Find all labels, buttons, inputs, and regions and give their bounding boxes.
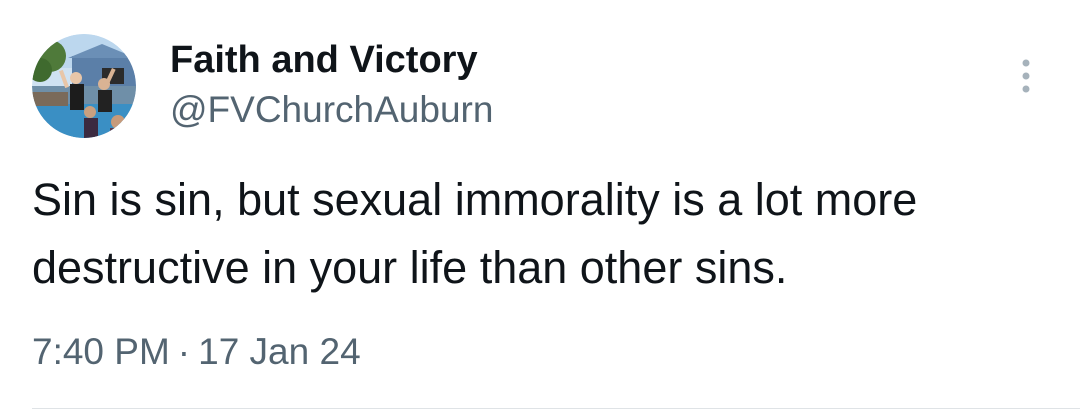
tweet-card[interactable]: Faith and Victory @FVChurchAuburn Sin is… (0, 0, 1080, 413)
divider (32, 408, 1080, 409)
tweet-date: 17 Jan 24 (198, 331, 361, 372)
more-vertical-icon (1022, 59, 1030, 93)
meta-separator: · (177, 331, 191, 372)
avatar[interactable] (32, 34, 136, 138)
tweet-timestamp[interactable]: 7:40 PM · 17 Jan 24 (32, 330, 361, 374)
more-options-button[interactable] (1010, 56, 1042, 96)
profile-photo-icon (32, 34, 136, 138)
tweet-text: Sin is sin, but sexual immorality is a l… (32, 174, 918, 293)
display-name[interactable]: Faith and Victory (170, 38, 478, 82)
tweet-time: 7:40 PM (32, 331, 170, 372)
user-handle[interactable]: @FVChurchAuburn (170, 88, 493, 132)
